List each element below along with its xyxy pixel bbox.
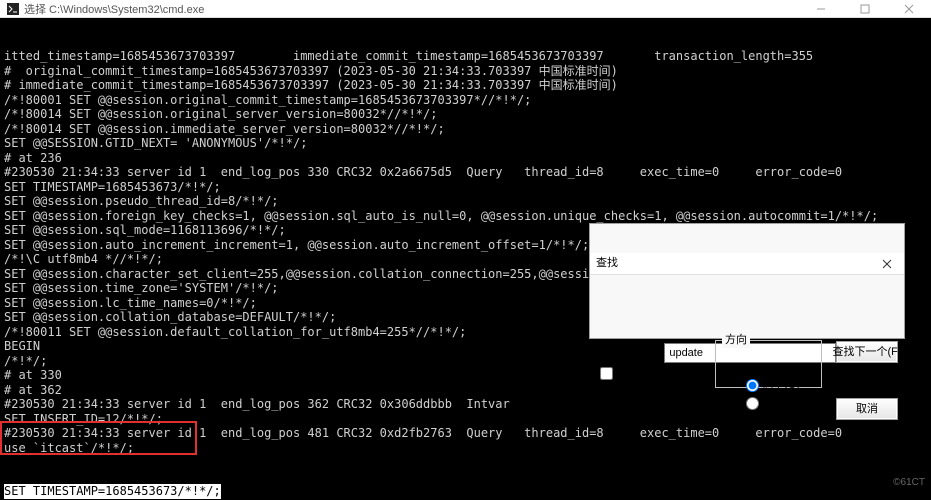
terminal-line: # at 236 bbox=[4, 151, 931, 166]
terminal-line: #230530 21:34:33 server id 1 end_log_pos… bbox=[4, 165, 931, 180]
direction-group: 方向 向上(U) 向下(D) bbox=[715, 340, 822, 388]
terminal-line: SET @@session.foreign_key_checks=1, @@se… bbox=[4, 209, 931, 224]
close-button[interactable] bbox=[887, 0, 931, 18]
terminal-line: /*!80014 SET @@session.original_server_v… bbox=[4, 107, 931, 122]
terminal-line: SET TIMESTAMP=1685453673/*!*/; bbox=[4, 180, 931, 195]
close-icon[interactable] bbox=[876, 255, 898, 273]
terminal-line: /*!80014 SET @@session.immediate_server_… bbox=[4, 122, 931, 137]
terminal-line: itted_timestamp=1685453673703397 immedia… bbox=[4, 49, 931, 64]
minimize-button[interactable] bbox=[799, 0, 843, 18]
radio-down[interactable]: 向下(D) bbox=[746, 396, 799, 411]
find-content-label: 查找内容(N): bbox=[598, 346, 660, 361]
direction-group-title: 方向 bbox=[722, 333, 750, 348]
radio-down-input[interactable] bbox=[746, 397, 759, 410]
terminal-output[interactable]: itted_timestamp=1685453673703397 immedia… bbox=[0, 18, 931, 500]
find-dialog: 查找 查找内容(N): 查找下一个(F) 取消 方向 向上(U) 向下(D) 区… bbox=[589, 223, 905, 339]
find-dialog-titlebar[interactable]: 查找 bbox=[590, 253, 904, 275]
radio-up-input[interactable] bbox=[746, 379, 759, 392]
maximize-button[interactable] bbox=[843, 0, 887, 18]
highlighted-line: SET TIMESTAMP=1685453673/*!*/; bbox=[4, 484, 221, 499]
find-next-button[interactable]: 查找下一个(F) bbox=[836, 341, 898, 363]
window-controls bbox=[799, 0, 931, 18]
find-dialog-title: 查找 bbox=[596, 256, 876, 271]
app-icon bbox=[6, 2, 20, 16]
case-sensitive-label: 区分大小写(C) bbox=[617, 366, 687, 381]
terminal-line: # immediate_commit_timestamp=16854536737… bbox=[4, 78, 931, 93]
terminal-line: SET @@session.pseudo_thread_id=8/*!*/; bbox=[4, 194, 931, 209]
case-sensitive-checkbox[interactable] bbox=[600, 367, 613, 380]
radio-up[interactable]: 向上(U) bbox=[746, 378, 799, 393]
window-title: 选择 C:\Windows\System32\cmd.exe bbox=[24, 1, 799, 17]
watermark: ©61CT bbox=[893, 476, 925, 491]
terminal-line: SET @@SESSION.GTID_NEXT= 'ANONYMOUS'/*!*… bbox=[4, 136, 931, 151]
window-titlebar: 选择 C:\Windows\System32\cmd.exe bbox=[0, 0, 931, 18]
cancel-button[interactable]: 取消 bbox=[836, 398, 898, 420]
terminal-line: # original_commit_timestamp=168545367370… bbox=[4, 64, 931, 79]
terminal-line: /*!80001 SET @@session.original_commit_t… bbox=[4, 93, 931, 108]
